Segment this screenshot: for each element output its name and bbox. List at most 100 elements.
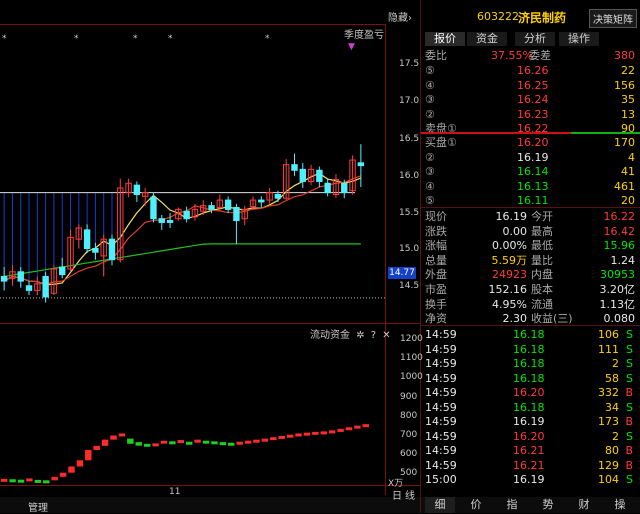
stat-label: 涨幅 bbox=[425, 239, 447, 253]
capital-flow-chart[interactable] bbox=[0, 324, 385, 485]
ask-price: 16.24 bbox=[517, 93, 549, 106]
ask-row: ③ 16.24 35 bbox=[421, 92, 639, 107]
ask-bid-divider-green bbox=[571, 132, 640, 134]
tick-time: 14:59 bbox=[425, 429, 457, 443]
flow-bar bbox=[51, 476, 58, 481]
ask-row: ② 16.23 13 bbox=[421, 107, 639, 122]
stat-value: 2.30 bbox=[502, 312, 528, 326]
tick-price: 16.20 bbox=[513, 386, 545, 399]
period-line-button[interactable]: 线 bbox=[405, 487, 415, 502]
stat-value: 3.20亿 bbox=[599, 283, 636, 296]
tab-trend[interactable]: 势 bbox=[533, 497, 563, 513]
ask-level: ② bbox=[425, 107, 435, 121]
flow-bar bbox=[143, 443, 151, 447]
flow-bar bbox=[286, 434, 294, 438]
stat-value: 4.95% bbox=[492, 297, 527, 311]
flow-bar bbox=[202, 440, 210, 444]
order-ratio-row: 委比 37.55% 委差 380 bbox=[421, 48, 639, 63]
hide-button[interactable]: 隐藏› bbox=[388, 9, 412, 24]
bid-level: ② bbox=[425, 150, 435, 164]
stat-value: 1.24 bbox=[610, 253, 636, 267]
stat-value: 16.22 bbox=[603, 210, 636, 223]
current-price-tag: 14.77 bbox=[388, 267, 416, 279]
tab-quote[interactable]: 报价 bbox=[425, 32, 465, 46]
tick-volume: 111 bbox=[598, 342, 619, 356]
stats-divider bbox=[421, 207, 640, 208]
flow-bar bbox=[101, 439, 109, 446]
stock-header: 603222 济民制药 决策矩阵 bbox=[421, 0, 640, 30]
tab-operation[interactable]: 操 bbox=[605, 497, 635, 513]
candle-body bbox=[42, 275, 49, 298]
stat-label: 最高 bbox=[531, 224, 553, 238]
tab-detail[interactable]: 细 bbox=[425, 497, 455, 513]
ask-price: 16.26 bbox=[517, 64, 549, 77]
candle-body bbox=[150, 196, 157, 220]
stat-value: 152.16 bbox=[488, 283, 528, 296]
flow-bar bbox=[135, 442, 142, 446]
left-bottom-bar bbox=[0, 497, 420, 513]
flow-bar bbox=[127, 438, 134, 444]
stat-value: 1.13亿 bbox=[599, 297, 636, 311]
tick-time: 15:00 bbox=[425, 473, 457, 486]
bid-row: 买盘① 16.20 170 bbox=[421, 135, 639, 150]
stat-row: 换手 4.95% 流通 1.13亿 bbox=[421, 297, 639, 312]
stat-label: 总量 bbox=[425, 253, 447, 267]
period-day-button[interactable]: 日 bbox=[392, 487, 402, 502]
candle-body bbox=[108, 238, 116, 261]
bid-level: 买盘① bbox=[425, 136, 457, 149]
tick-time: 14:59 bbox=[425, 386, 457, 399]
tick-price: 16.19 bbox=[513, 415, 545, 428]
tick-time: 14:59 bbox=[425, 371, 457, 385]
flow-bar bbox=[337, 428, 344, 432]
price-tick: 15.5 bbox=[399, 208, 420, 218]
candle-body bbox=[291, 164, 298, 171]
tick-row: 14:59 16.18 2 S bbox=[421, 357, 639, 372]
stat-value: 5.59万 bbox=[491, 253, 528, 267]
bid-price: 16.20 bbox=[517, 136, 549, 149]
tick-row: 14:59 16.18 58 S bbox=[421, 372, 639, 387]
bid-row: ② 16.19 4 bbox=[421, 150, 639, 165]
decision-matrix-button[interactable]: 决策矩阵 bbox=[589, 9, 637, 28]
tick-volume: 173 bbox=[598, 415, 619, 428]
price-tick: 16.5 bbox=[399, 134, 420, 144]
bid-volume: 41 bbox=[621, 165, 635, 178]
stat-label: 今开 bbox=[531, 210, 553, 223]
price-axis: 17.5 17.0 16.5 16.0 15.5 15.0 14.5 14.77 bbox=[386, 25, 420, 323]
candle-body bbox=[357, 162, 365, 167]
bid-volume: 170 bbox=[614, 136, 635, 149]
diff-label: 委差 bbox=[529, 49, 551, 62]
stat-value: 16.42 bbox=[603, 224, 636, 238]
tick-row: 14:59 16.19 173 B bbox=[421, 415, 639, 430]
chevron-right-icon: › bbox=[408, 13, 412, 24]
stat-label: 最低 bbox=[531, 239, 553, 253]
price-tick: 14.5 bbox=[399, 281, 420, 291]
tick-row: 14:59 16.21 80 B bbox=[421, 444, 639, 459]
tick-row: 14:59 16.18 34 S bbox=[421, 401, 639, 416]
bid-volume: 20 bbox=[621, 194, 635, 207]
candle-body bbox=[133, 184, 141, 195]
flow-bar bbox=[85, 449, 92, 461]
stat-value: 16.19 bbox=[495, 210, 528, 223]
bid-row: ④ 16.13 461 bbox=[421, 179, 639, 194]
candle-body bbox=[258, 199, 265, 203]
price-tick: 16.0 bbox=[399, 171, 420, 181]
manage-button[interactable]: 管理 bbox=[28, 499, 48, 514]
tab-operate[interactable]: 操作 bbox=[559, 32, 599, 46]
sub-tick: 900 bbox=[400, 392, 418, 402]
tab-index[interactable]: 指 bbox=[497, 497, 527, 513]
tick-volume: 58 bbox=[605, 371, 619, 385]
candlestick-chart[interactable] bbox=[0, 25, 385, 323]
sub-tick: 600 bbox=[400, 449, 418, 459]
tab-analysis[interactable]: 分析 bbox=[515, 32, 555, 46]
tick-price: 16.18 bbox=[513, 400, 545, 414]
candle-body bbox=[17, 271, 24, 282]
tick-row: 14:59 16.20 2 S bbox=[421, 430, 639, 445]
flow-bar bbox=[354, 425, 361, 429]
flow-bar bbox=[211, 441, 218, 445]
tick-time: 14:59 bbox=[425, 342, 457, 356]
ask-volume: 156 bbox=[614, 78, 635, 92]
tab-price[interactable]: 价 bbox=[461, 497, 491, 513]
tab-finance[interactable]: 财 bbox=[569, 497, 599, 513]
tick-volume: 2 bbox=[612, 357, 619, 370]
tab-funds[interactable]: 资金 bbox=[467, 32, 507, 46]
